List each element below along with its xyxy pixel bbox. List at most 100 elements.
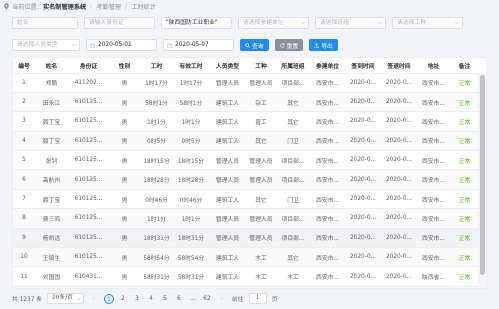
cell-gender: 男 xyxy=(109,131,140,152)
cell-sign-out: 2020-0... xyxy=(381,150,417,171)
table-row[interactable]: 2 田永江 610125... 男 58时1分 58时1分 建筑工人 杂工 其它 西安市... 20… xyxy=(13,92,479,113)
page-number[interactable]: 1 xyxy=(103,293,114,304)
table-scrollbar[interactable] xyxy=(478,73,486,288)
table-row[interactable]: 8 费三鸣 610125... 男 1时1分 1时1分 管理人员 管理人员 项目部... 西安市.… xyxy=(13,208,479,229)
table-row[interactable]: 11 刘国国 610431... 男 58时31分 58时31分 建筑工人 木工 木工 西安市..… xyxy=(13,266,479,287)
table-row[interactable]: 7 聂丁宝 610125... 男 0时46分 0时46分 建筑工人 其它 门卫 西安市... 20… xyxy=(13,189,479,210)
end-date-picker[interactable]: 2020-05-07 xyxy=(163,39,234,51)
cell-sign-in: 2020-0... xyxy=(345,169,381,190)
unit-select[interactable]: 请选择参建单位 xyxy=(238,17,309,29)
cell-trade: 其它 xyxy=(246,131,276,152)
query-button-label: 查询 xyxy=(252,43,264,50)
table-row[interactable]: 12刘国国610431...男58时31分58时31分建筑工人木工木工西安市..… xyxy=(13,286,479,288)
id-card-input[interactable]: 请输入身份证 xyxy=(84,17,155,29)
page-number[interactable]: 62 xyxy=(202,294,212,304)
table-row[interactable]: 3 聂丁宝 610125... 男 1时1分 1时1分 建筑工人 普工 其它 西安市... 2020… xyxy=(13,111,479,132)
cell-hours: 58时31分 xyxy=(140,286,173,288)
breadcrumb-separator: / xyxy=(90,2,93,10)
cell-id-card: 610125... xyxy=(68,228,109,249)
cell-sign-in: 2020-0... xyxy=(345,266,381,287)
cell-person-type: 建筑工人 xyxy=(209,111,246,132)
cell-sign-in: 2020-0... xyxy=(345,150,381,171)
cell-trade: 管理人员 xyxy=(246,208,276,229)
person-type-select[interactable]: 请选择人员类型 xyxy=(12,39,80,51)
cell-unit: 西安市... xyxy=(310,286,345,288)
table-row[interactable]: 10 王镇生 610125... 男 58时54分 58时54分 建筑工人 木工 其它 西安市..… xyxy=(13,247,479,268)
cell-hours: 1时17分 xyxy=(140,73,173,93)
cell-valid-hours: 58时31分 xyxy=(173,266,209,287)
cell-valid-hours: 18时31分 xyxy=(173,228,209,249)
breadcrumb-work-hours: 工时统计 xyxy=(131,3,156,11)
cell-id-card: 610125... xyxy=(68,247,109,268)
cell-unit: 西安市... xyxy=(310,73,345,93)
cell-address: 西安市... xyxy=(417,189,450,210)
cell-id-card: 610125... xyxy=(68,92,109,113)
cell-sign-out: 2020-0... xyxy=(381,266,417,287)
cell-hours: 18时31分 xyxy=(140,228,173,249)
reset-button[interactable]: 重置 xyxy=(274,39,304,51)
prev-page-button[interactable]: ‹ xyxy=(89,294,99,304)
page-size-select[interactable]: 20条/页 xyxy=(47,293,84,304)
table-row[interactable]: 9 杨凯远 610125... 男 18时31分 18时31分 管理人员 管理人员 项目部...… xyxy=(13,228,479,249)
cell-hours: 18时15分 xyxy=(140,150,173,171)
cell-id: 1 xyxy=(13,73,35,93)
cell-trade: 普工 xyxy=(246,111,276,132)
export-icon xyxy=(314,42,320,48)
column-header-unit: 参建单位 xyxy=(310,58,345,74)
trade-select[interactable]: 请选择工种 xyxy=(392,17,463,29)
cell-sign-out: 2020-0... xyxy=(381,73,417,93)
cell-name: 刘国国 xyxy=(35,266,68,287)
company-select[interactable]: "陕西国防工业职业" xyxy=(161,17,232,29)
start-date-picker[interactable]: 2020-05-01 xyxy=(86,39,157,51)
goto-page-input[interactable]: 1 xyxy=(248,293,267,304)
page-number[interactable]: 3 xyxy=(132,294,142,304)
cell-id: 7 xyxy=(13,189,35,210)
column-header-remark: 备注 xyxy=(450,58,479,74)
team-select[interactable]: 请选择班组 xyxy=(315,17,386,29)
cell-id-card: 610125... xyxy=(68,111,109,132)
table-row[interactable]: 5 张钊 610125... 男 18时15分 18时15分 管理人员 管理人员 项目部... 西… xyxy=(13,150,479,171)
cell-trade: 管理人员 xyxy=(246,228,276,249)
cell-gender: 男 xyxy=(109,92,140,113)
page-number[interactable]: 2 xyxy=(118,294,128,304)
cell-unit: 西安市... xyxy=(310,169,345,190)
cell-name: 郑鹏 xyxy=(35,73,68,93)
name-input[interactable]: 姓名 xyxy=(12,17,78,29)
cell-sign-out: 2020-0... xyxy=(381,228,417,249)
table-row[interactable]: 4 聂丁宝 610125... 男 0时5分 0时5分 建筑工人 其它 门卫 西安市... 2020… xyxy=(13,131,479,152)
page-number[interactable]: 5 xyxy=(160,294,170,304)
page-number[interactable]: 4 xyxy=(146,294,156,304)
cell-unit: 西安市... xyxy=(310,208,345,229)
export-button[interactable]: 导出 xyxy=(309,39,338,51)
breadcrumb-attendance[interactable]: 考勤管理 xyxy=(96,2,121,11)
page-number[interactable]: 6 xyxy=(174,294,184,304)
cell-person-type: 建筑工人 xyxy=(209,189,246,210)
calendar-icon xyxy=(90,43,95,48)
team-select-placeholder: 请选择班组 xyxy=(320,20,349,26)
chevron-down-icon xyxy=(455,22,459,25)
breadcrumb-system[interactable]: 实名制管理系统 xyxy=(43,2,86,11)
cell-id: 8 xyxy=(13,208,35,229)
cell-address: 西安市... xyxy=(417,92,450,113)
scrollbar-thumb[interactable] xyxy=(480,75,485,275)
column-header-valid-hours: 有效工时 xyxy=(173,58,209,74)
table-row[interactable]: 6 高航州 610125... 男 18时28分 18时28分 管理人员 管理人员 项目部...… xyxy=(13,169,479,190)
cell-trade: 其它 xyxy=(246,189,276,210)
cell-unit: 西安市... xyxy=(310,228,345,249)
page-ellipsis[interactable]: ... xyxy=(188,294,198,304)
next-page-button[interactable]: › xyxy=(217,294,227,304)
export-button-label: 导出 xyxy=(321,43,333,50)
cell-valid-hours: 1时1分 xyxy=(173,208,209,229)
cell-remark: 正常 xyxy=(450,189,479,210)
cell-trade: 木工 xyxy=(246,266,276,287)
cell-gender: 男 xyxy=(109,208,140,229)
cell-name: 刘国国 xyxy=(35,286,68,288)
query-button[interactable]: 查询 xyxy=(240,39,269,51)
cell-address: 陕西省... xyxy=(417,286,450,288)
cell-team: 项目部... xyxy=(276,150,310,171)
cell-remark: 正常 xyxy=(450,150,479,171)
table-row[interactable]: 1 郑鹏 411202... 男 1时17分 1时17分 管理人员 管理人员 项目部... 西安市… xyxy=(13,73,479,93)
chevron-down-icon xyxy=(72,44,76,47)
cell-name: 王镇生 xyxy=(35,247,68,268)
cell-person-type: 建筑工人 xyxy=(209,92,246,113)
